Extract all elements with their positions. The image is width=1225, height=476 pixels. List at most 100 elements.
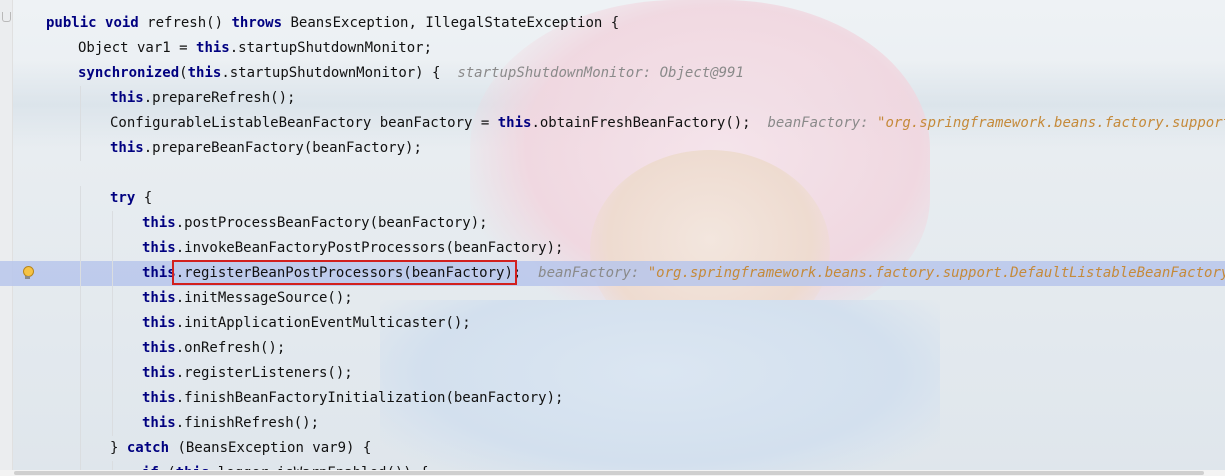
code-text[interactable]: this.postProcessBeanFactory(beanFactory)… [142,211,488,236]
code-token: .finishRefresh(); [175,415,320,431]
indent-guide [80,286,81,311]
lightbulb-icon[interactable] [22,266,34,280]
keyword-token: this [110,140,144,156]
code-token: } [110,440,127,456]
keyword-token: catch [126,440,170,456]
code-line-init-message-source[interactable]: this.initMessageSource(); [0,286,1225,311]
code-text[interactable]: this.finishBeanFactoryInitialization(bea… [142,386,563,411]
code-text[interactable]: } catch (BeansException var9) { [110,436,371,461]
code-line-on-refresh[interactable]: this.onRefresh(); [0,336,1225,361]
code-editor[interactable]: public void refresh() throws BeansExcept… [0,0,1225,476]
code-token: BeansException, IllegalStateException { [282,15,620,31]
code-token: .prepareRefresh(); [143,90,296,106]
code-line-register-listeners[interactable]: this.registerListeners(); [0,361,1225,386]
keyword-token: this [497,115,532,131]
code-text[interactable]: ConfigurableListableBeanFactory beanFact… [110,111,1225,136]
debug-inline-string: "org.springframework.beans.factory.suppo… [647,265,1225,281]
code-line-synchronized[interactable]: synchronized(this.startupShutdownMonitor… [0,61,1225,86]
code-token: ConfigurableListableBeanFactory beanFact… [110,115,498,131]
code-text[interactable]: this.initApplicationEventMulticaster(); [142,311,471,336]
code-line-var1[interactable]: Object var1 = this.startupShutdownMonito… [0,36,1225,61]
indent-guide [80,386,81,411]
code-line-catch[interactable]: } catch (BeansException var9) { [0,436,1225,461]
indent-guide [80,361,81,386]
code-line-method-signature[interactable]: public void refresh() throws BeansExcept… [0,11,1225,36]
code-line-blank[interactable] [0,161,1225,186]
debug-inline-string: "org.springframework.beans.factory.suppo… [877,115,1225,131]
code-token: .registerListeners(); [175,365,353,381]
code-token: .initMessageSource(); [175,290,353,306]
indent-guide [112,386,113,411]
code-text[interactable]: this.onRefresh(); [142,336,285,361]
selection-highlight-box [172,260,517,285]
indent-guide [112,361,113,386]
indent-guide [112,261,113,286]
code-token: .onRefresh(); [175,340,286,356]
keyword-token: this [142,315,176,331]
indent-guide [80,211,81,236]
code-line-try[interactable]: try { [0,186,1225,211]
code-text[interactable]: this.prepareRefresh(); [110,86,295,111]
code-text[interactable]: Object var1 = this.startupShutdownMonito… [78,36,432,61]
indent-guide [80,86,81,111]
code-text[interactable]: try { [110,186,152,211]
code-line-finish-bean-factory-init[interactable]: this.finishBeanFactoryInitialization(bea… [0,386,1225,411]
code-text[interactable]: this.prepareBeanFactory(beanFactory); [110,136,422,161]
keyword-token: throws [231,15,283,31]
horizontal-scrollbar[interactable] [0,470,1225,476]
debug-inline-value: startupShutdownMonitor: Object@991 [457,65,744,81]
indent-guide [80,311,81,336]
code-token: (BeansException var9) { [169,440,372,456]
code-token: .initApplicationEventMulticaster(); [175,315,471,331]
indent-guide [80,411,81,436]
code-line-prepare-refresh[interactable]: this.prepareRefresh(); [0,86,1225,111]
keyword-token: this [142,415,176,431]
code-line-post-process-bean-factory[interactable]: this.postProcessBeanFactory(beanFactory)… [0,211,1225,236]
code-token: ( [179,65,188,81]
code-line-prepare-bean-factory[interactable]: this.prepareBeanFactory(beanFactory); [0,136,1225,161]
indent-guide [80,336,81,361]
code-line-bean-factory[interactable]: ConfigurableListableBeanFactory beanFact… [0,111,1225,136]
code-text[interactable]: public void refresh() throws BeansExcept… [46,11,619,36]
indent-guide [80,186,81,211]
indent-guide [80,236,81,261]
keyword-token: try [110,190,136,206]
keyword-token: void [105,15,139,31]
keyword-token: public [46,15,97,31]
code-text[interactable]: this.invokeBeanFactoryPostProcessors(bea… [142,236,563,261]
keyword-token: this [187,65,222,81]
indent-guide [112,336,113,361]
code-token: .startupShutdownMonitor; [229,40,433,56]
scrollbar-thumb[interactable] [14,471,1204,475]
code-token: .finishBeanFactoryInitialization(beanFac… [175,390,564,406]
code-token: refresh() [138,15,232,31]
code-token: .startupShutdownMonitor) { [221,65,458,81]
code-token: Object var1 = [78,40,197,56]
keyword-token: this [142,365,176,381]
code-line-init-event-multicaster[interactable]: this.initApplicationEventMulticaster(); [0,311,1225,336]
code-text[interactable]: this.registerListeners(); [142,361,353,386]
code-token: { [135,190,153,206]
indent-guide [80,111,81,136]
code-token: .obtainFreshBeanFactory(); [531,115,768,131]
indent-guide [112,311,113,336]
indent-guide [112,211,113,236]
debug-inline-value: beanFactory: [767,115,878,131]
indent-guide [112,236,113,261]
keyword-token: this [142,265,176,281]
code-line-finish-refresh[interactable]: this.finishRefresh(); [0,411,1225,436]
indent-guide [80,136,81,161]
keyword-token: this [142,390,176,406]
code-text[interactable]: this.initMessageSource(); [142,286,353,311]
keyword-token: this [142,240,176,256]
code-token: .prepareBeanFactory(beanFactory); [143,140,422,156]
keyword-token: this [196,40,230,56]
code-token: .postProcessBeanFactory(beanFactory); [175,215,488,231]
code-text[interactable]: this.finishRefresh(); [142,411,319,436]
keyword-token: this [142,340,176,356]
code-text[interactable]: synchronized(this.startupShutdownMonitor… [78,61,744,86]
keyword-token: this [110,90,144,106]
code-line-invoke-post-processors[interactable]: this.invokeBeanFactoryPostProcessors(bea… [0,236,1225,261]
indent-guide [112,411,113,436]
